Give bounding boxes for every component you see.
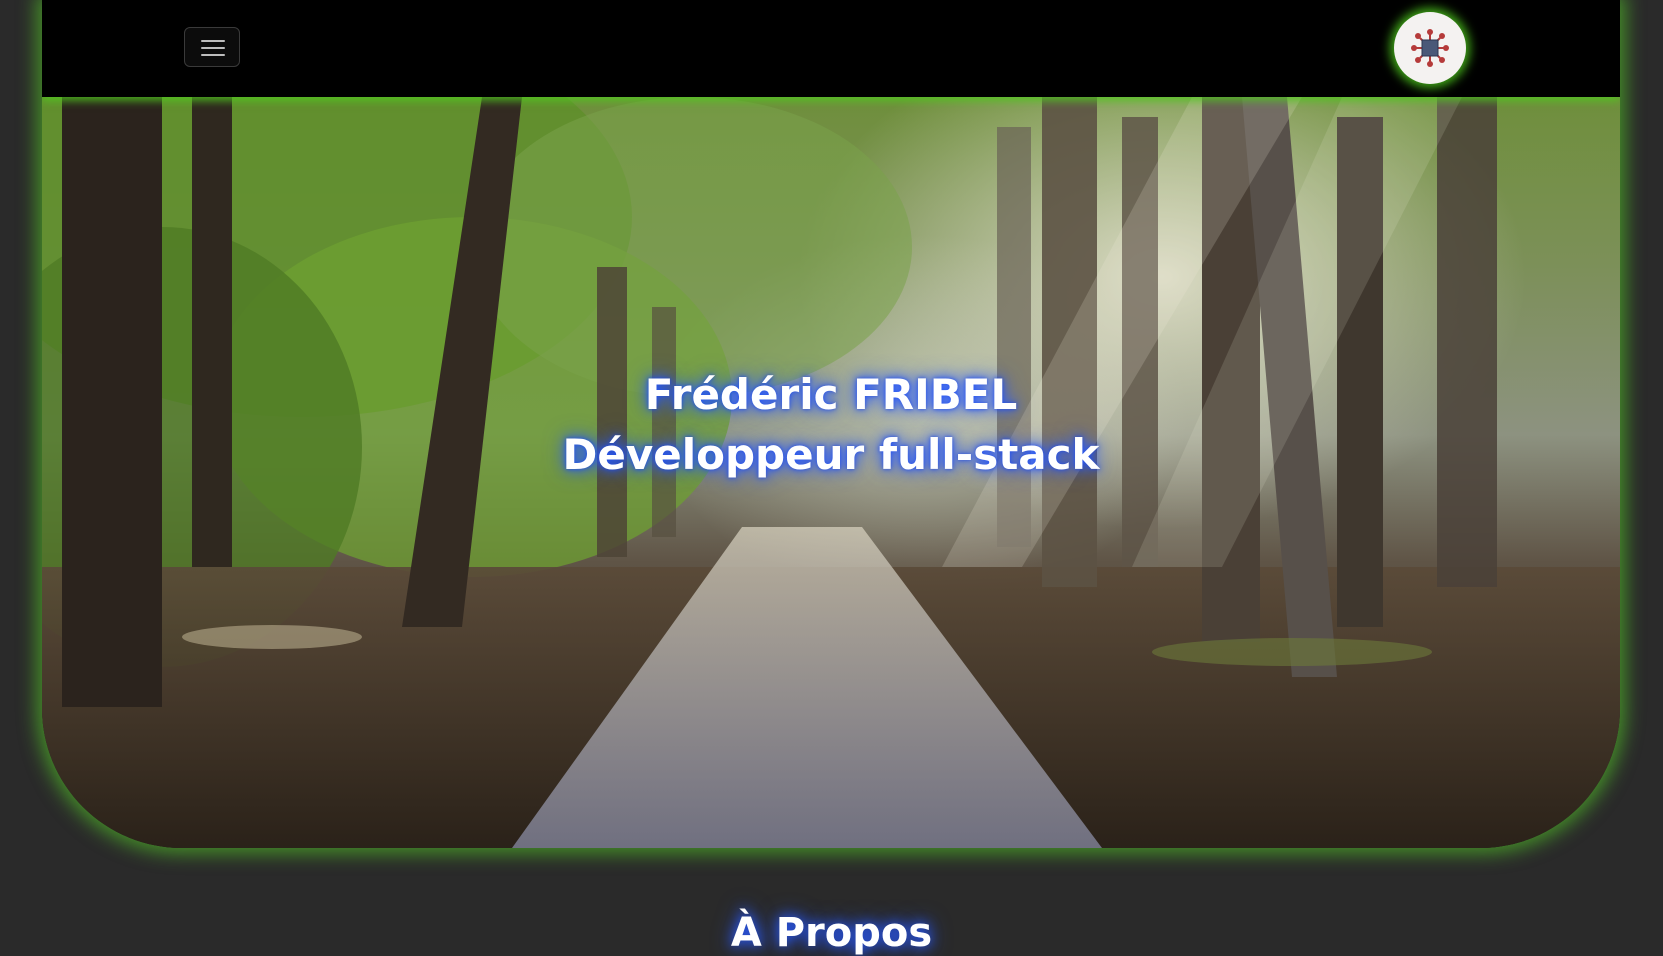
hero-name: Frédéric FRIBEL bbox=[644, 370, 1018, 419]
network-nodes-logo-icon bbox=[1411, 29, 1449, 67]
hero-role: Développeur full-stack bbox=[562, 430, 1100, 479]
hero-title: Frédéric FRIBEL Développeur full-stack bbox=[42, 365, 1620, 485]
navbar bbox=[42, 0, 1620, 97]
site-logo[interactable] bbox=[1394, 12, 1466, 84]
hero-frame: Frédéric FRIBEL Développeur full-stack bbox=[42, 0, 1620, 848]
hero-banner: Frédéric FRIBEL Développeur full-stack bbox=[42, 97, 1620, 848]
menu-toggle-button[interactable] bbox=[184, 27, 240, 67]
section-heading: À Propos bbox=[730, 910, 933, 956]
